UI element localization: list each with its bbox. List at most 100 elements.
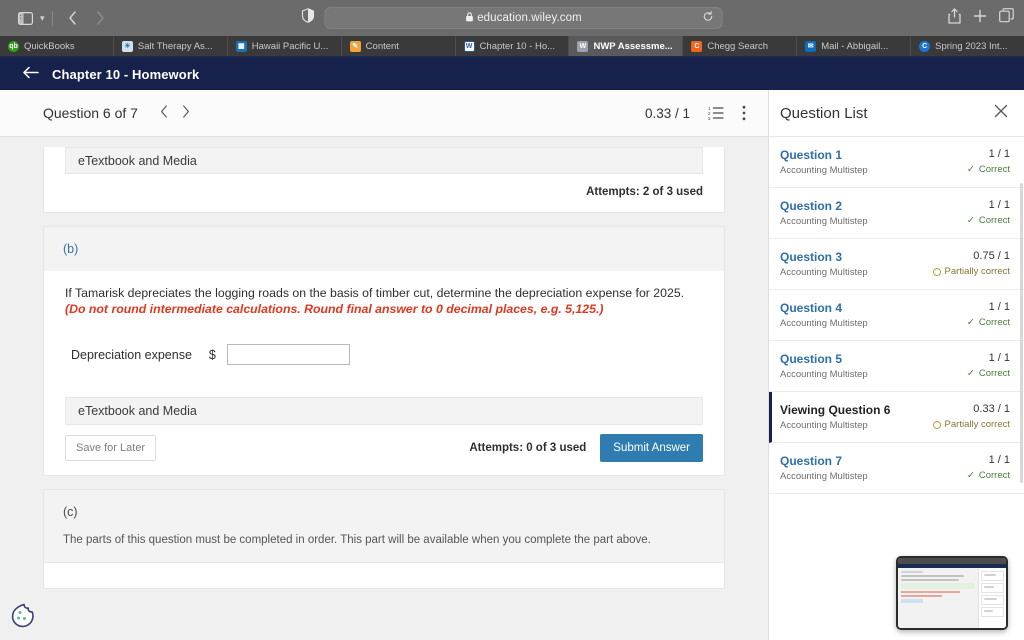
page-title: Chapter 10 - Homework (52, 66, 200, 82)
chevron-left-icon[interactable] (160, 104, 168, 122)
scrollbar-thumb[interactable] (1020, 183, 1023, 483)
question-list-item-3[interactable]: Question 3 Accounting Multistep 0.75 / 1… (769, 239, 1024, 290)
preview-highlight (901, 583, 975, 589)
item-status: ✓ Correct (967, 317, 1010, 328)
question-part-a-card: eTextbook and Media Attempts: 2 of 3 use… (43, 147, 725, 213)
question-list-item-7[interactable]: Question 7 Accounting Multistep 1 / 1 ✓ … (769, 443, 1024, 494)
item-score: 1 / 1 (988, 148, 1010, 160)
preview-body (898, 568, 1006, 628)
preview-input (901, 599, 923, 603)
plus-icon[interactable] (973, 9, 987, 28)
numbered-list-icon[interactable]: 123 (708, 106, 724, 120)
share-icon[interactable] (948, 7, 961, 29)
kebab-menu-icon[interactable] (742, 105, 746, 121)
question-score: 0.33 / 1 (644, 105, 690, 121)
part-c-message: The parts of this question must be compl… (43, 534, 725, 564)
chegg-icon: C (691, 40, 703, 52)
question-part-b-card: (b) If Tamarisk depreciates the logging … (43, 226, 725, 477)
back-arrow-icon[interactable] (60, 6, 86, 30)
item-score: 1 / 1 (988, 352, 1010, 364)
lock-icon (465, 11, 473, 25)
sidebar-toggle-icon[interactable] (12, 6, 38, 30)
question-scroll-area[interactable]: eTextbook and Media Attempts: 2 of 3 use… (0, 137, 768, 640)
item-right: 1 / 1 ✓ Correct (967, 148, 1010, 175)
preview-line (901, 571, 924, 573)
rounding-instruction: (Do not round intermediate calculations.… (65, 302, 604, 317)
item-subtitle: Accounting Multistep (780, 318, 868, 329)
etextbook-and-media-a[interactable]: eTextbook and Media (65, 147, 703, 174)
bookmark-quickbooks[interactable]: qb QuickBooks (0, 36, 114, 56)
depreciation-expense-label: Depreciation expense (71, 347, 192, 362)
word-doc-icon: W (577, 40, 589, 52)
check-icon: ✓ (966, 215, 975, 226)
item-right: 1 / 1 ✓ Correct (967, 199, 1010, 226)
forward-arrow-icon[interactable] (88, 6, 114, 30)
item-left: Question 4 Accounting Multistep (780, 301, 868, 329)
bookmark-salt-therapy[interactable]: ☀ Salt Therapy As... (114, 36, 228, 56)
item-status-label: Correct (978, 317, 1010, 328)
answer-entry-row: Depreciation expense $ (71, 344, 703, 366)
item-title: Question 4 (780, 301, 843, 315)
cookie-consent-icon[interactable] (11, 603, 37, 629)
chevron-down-icon[interactable]: ▾ (40, 13, 45, 24)
browser-toolbar: ▾ education.wiley.com (0, 0, 1024, 36)
depreciation-expense-input[interactable] (226, 344, 350, 366)
bookmark-label: NWP Assessme... (593, 40, 673, 52)
question-list-item-5[interactable]: Question 5 Accounting Multistep 1 / 1 ✓ … (769, 341, 1024, 392)
toolbar-left-controls: ▾ (12, 6, 114, 30)
save-for-later-button[interactable]: Save for Later (65, 435, 157, 462)
bookmarks-bar: qb QuickBooks ☀ Salt Therapy As... ▦ Haw… (0, 36, 1024, 58)
back-arrow-icon[interactable] (22, 66, 39, 83)
item-status-label: Correct (978, 164, 1010, 175)
item-status-label: Correct (978, 215, 1010, 226)
item-title: Question 5 (780, 352, 843, 366)
url-input[interactable]: education.wiley.com (324, 7, 723, 29)
item-right: 1 / 1 ✓ Correct (967, 352, 1010, 379)
item-subtitle: Accounting Multistep (780, 369, 868, 380)
currency-symbol: $ (208, 347, 216, 362)
bookmark-chapter-10[interactable]: W Chapter 10 - Ho... (456, 36, 570, 56)
salt-therapy-icon: ☀ (121, 40, 133, 52)
tab-overview-icon[interactable] (999, 8, 1014, 28)
item-right: 0.75 / 1 Partially correct (932, 250, 1010, 277)
screen-preview-thumbnail[interactable] (896, 556, 1008, 630)
bookmark-chegg-search[interactable]: C Chegg Search (683, 36, 798, 56)
bookmark-label: Salt Therapy As... (137, 40, 213, 52)
part-b-label: (b) (43, 226, 725, 271)
item-title: Viewing Question 6 (780, 403, 891, 417)
item-left: Question 1 Accounting Multistep (780, 148, 868, 176)
question-list-item-6-current[interactable]: Viewing Question 6 Accounting Multistep … (769, 392, 1024, 443)
part-c-label: (c) (43, 489, 725, 535)
etextbook-and-media-b[interactable]: eTextbook and Media (65, 397, 703, 426)
question-nav (160, 104, 190, 122)
question-position: Question 6 of 7 (43, 105, 138, 121)
question-list-item-2[interactable]: Question 2 Accounting Multistep 1 / 1 ✓ … (769, 188, 1024, 239)
item-score: 0.33 / 1 (973, 403, 1010, 415)
bookmark-content[interactable]: ✎ Content (342, 36, 456, 56)
close-icon[interactable] (994, 104, 1008, 122)
preview-sidebar (978, 568, 1006, 628)
question-list-item-1[interactable]: Question 1 Accounting Multistep 1 / 1 ✓ … (769, 137, 1024, 188)
preview-line (901, 575, 964, 577)
item-score: 1 / 1 (988, 199, 1010, 211)
reload-icon[interactable] (703, 11, 714, 25)
privacy-shield-icon[interactable] (301, 8, 315, 28)
bookmark-hawaii-pacific[interactable]: ▦ Hawaii Pacific U... (228, 36, 342, 56)
item-subtitle: Accounting Multistep (780, 267, 868, 278)
url-text-group: education.wiley.com (465, 11, 582, 25)
item-status: Partially correct (932, 266, 1010, 277)
attempts-status-a: Attempts: 2 of 3 used (586, 186, 703, 198)
bookmark-spring-2023[interactable]: C Spring 2023 Int... (911, 36, 1024, 56)
question-list-item-4[interactable]: Question 4 Accounting Multistep 1 / 1 ✓ … (769, 290, 1024, 341)
chevron-right-icon[interactable] (182, 104, 190, 122)
bookmark-nwp-assessment[interactable]: W NWP Assessme... (569, 36, 684, 56)
toolbar-right-controls (948, 7, 1014, 29)
submit-answer-button[interactable]: Submit Answer (600, 434, 703, 463)
check-icon: ✓ (966, 317, 975, 328)
check-icon: ✓ (966, 470, 975, 481)
bookmark-mail[interactable]: ✉ Mail - Abbigail... (797, 36, 912, 56)
item-status-label: Correct (978, 470, 1010, 481)
question-list-scrollbar[interactable] (1020, 137, 1024, 640)
preview-main (898, 568, 978, 628)
svg-text:3: 3 (708, 116, 711, 120)
